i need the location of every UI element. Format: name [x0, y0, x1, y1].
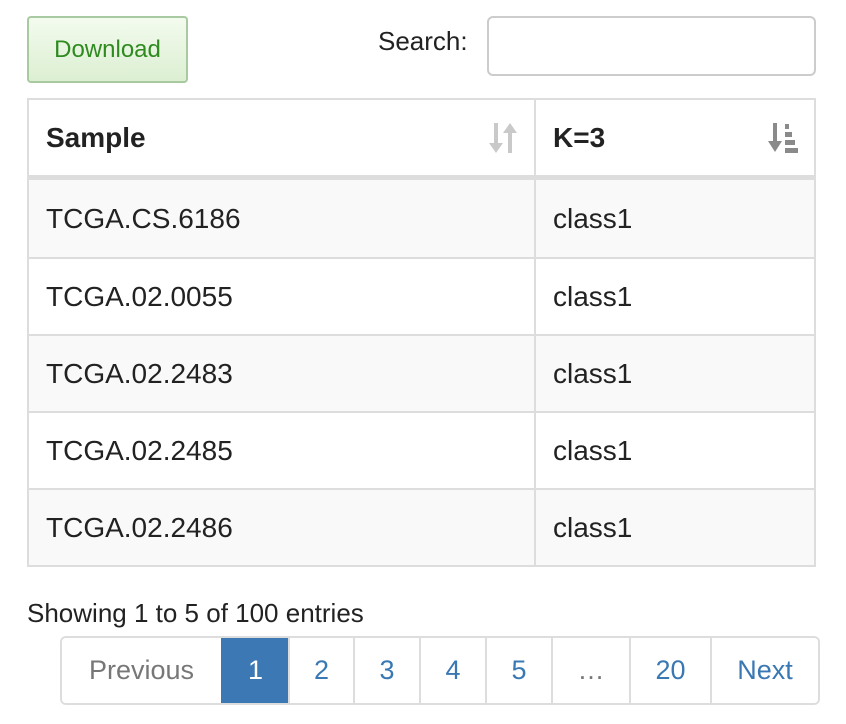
- pagination-page-4[interactable]: 4: [419, 638, 485, 703]
- pagination-previous[interactable]: Previous: [62, 638, 221, 703]
- pagination-next[interactable]: Next: [710, 638, 818, 703]
- pagination-page-2[interactable]: 2: [288, 638, 353, 703]
- table-row[interactable]: TCGA.02.2485 class1: [29, 411, 814, 488]
- pagination: Previous 1 2 3 4 5 … 20 Next: [60, 636, 820, 705]
- pagination-page-3[interactable]: 3: [353, 638, 419, 703]
- cell-sample: TCGA.02.2483: [29, 336, 536, 411]
- sort-amount-desc-icon: [768, 122, 798, 153]
- cell-k3: class1: [553, 202, 633, 234]
- column-header-sample[interactable]: Sample: [29, 100, 536, 175]
- pagination-page-5[interactable]: 5: [485, 638, 551, 703]
- sort-both-icon: [489, 122, 517, 153]
- cell-sample: TCGA.02.2485: [29, 413, 536, 488]
- column-header-label: K=3: [553, 121, 606, 153]
- column-header-k3[interactable]: K=3: [536, 100, 814, 175]
- pagination-page-20[interactable]: 20: [629, 638, 710, 703]
- datatable-page: Download Search: Sample K=3 TCGA.CS.6186…: [0, 0, 846, 724]
- table-info: Showing 1 to 5 of 100 entries: [27, 598, 364, 628]
- pagination-ellipsis: …: [551, 638, 629, 703]
- table-row[interactable]: TCGA.02.0055 class1: [29, 257, 814, 334]
- cell-sample: TCGA.CS.6186: [29, 180, 536, 257]
- table-row[interactable]: TCGA.02.2483 class1: [29, 334, 814, 411]
- data-table: Sample K=3 TCGA.CS.6186 class1 TCGA.02.0…: [27, 98, 816, 567]
- download-button[interactable]: Download: [27, 16, 188, 83]
- cell-k3: class1: [553, 357, 633, 389]
- cell-sample: TCGA.02.2486: [29, 490, 536, 565]
- search-label: Search:: [378, 26, 468, 56]
- search-input[interactable]: [487, 16, 816, 76]
- cell-k3: class1: [553, 434, 633, 466]
- cell-sample: TCGA.02.0055: [29, 259, 536, 334]
- table-row[interactable]: TCGA.CS.6186 class1: [29, 180, 814, 257]
- pagination-page-1[interactable]: 1: [221, 638, 288, 703]
- table-row[interactable]: TCGA.02.2486 class1: [29, 488, 814, 565]
- column-header-label: Sample: [46, 121, 146, 153]
- cell-k3: class1: [553, 511, 633, 543]
- cell-k3: class1: [553, 280, 633, 312]
- table-header-row: Sample K=3: [29, 100, 814, 180]
